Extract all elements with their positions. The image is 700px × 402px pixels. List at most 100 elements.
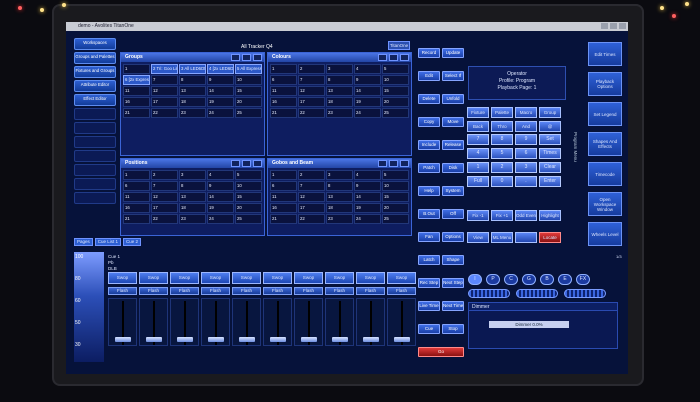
- keypad-key[interactable]: Enter: [539, 176, 561, 187]
- positions-cell[interactable]: 13: [179, 192, 206, 202]
- swop-button[interactable]: Swop: [294, 272, 323, 284]
- gobos-cell[interactable]: 16: [270, 203, 297, 213]
- command-button[interactable]: Shape: [442, 255, 464, 265]
- groups-cell[interactable]: 11: [123, 86, 150, 96]
- positions-cell[interactable]: 10: [235, 181, 262, 191]
- keypad-key[interactable]: 0: [491, 176, 513, 187]
- thro-button[interactable]: Thro: [491, 121, 513, 132]
- gobos-cell[interactable]: 5: [382, 170, 409, 180]
- titanone-button[interactable]: TitanOne: [388, 41, 410, 50]
- menu-icon[interactable]: [242, 160, 251, 167]
- colours-cell[interactable]: 11: [270, 86, 297, 96]
- command-button[interactable]: Patch: [418, 163, 440, 173]
- sidebar-empty-slot[interactable]: [74, 122, 116, 134]
- groups-cell[interactable]: 20: [235, 97, 262, 107]
- set-legend-tab[interactable]: Set Legend: [588, 102, 622, 126]
- menu-icon[interactable]: [389, 160, 398, 167]
- fix-plus-button[interactable]: Fix +1: [491, 210, 513, 221]
- colours-cell[interactable]: 24: [354, 108, 381, 118]
- sidebar-empty-slot[interactable]: [74, 192, 116, 204]
- odd-even-button[interactable]: Odd Even: [515, 210, 537, 221]
- keypad-key[interactable]: 4: [467, 148, 489, 159]
- gobos-cell[interactable]: 2: [298, 170, 325, 180]
- groups-cell[interactable]: 3 All LED6DMX: [179, 64, 206, 74]
- swop-button[interactable]: Swop: [139, 272, 168, 284]
- command-button[interactable]: Delete: [418, 94, 440, 104]
- colours-cell[interactable]: 3: [326, 64, 353, 74]
- positions-cell[interactable]: 15: [235, 192, 262, 202]
- macro-button[interactable]: Macro: [515, 107, 537, 118]
- fader-track[interactable]: [356, 298, 385, 346]
- swop-button[interactable]: Swop: [232, 272, 261, 284]
- flash-button[interactable]: Flash: [263, 287, 292, 295]
- groups-cell[interactable]: 9: [207, 75, 234, 85]
- fader-knob[interactable]: [177, 337, 193, 343]
- menu-icon[interactable]: [242, 54, 251, 61]
- command-button[interactable]: Select If: [442, 71, 464, 81]
- colours-cell[interactable]: 18: [326, 97, 353, 107]
- ml-menu-button[interactable]: ML Menu: [491, 232, 513, 243]
- back-button[interactable]: Back: [467, 121, 489, 132]
- flash-button[interactable]: Flash: [325, 287, 354, 295]
- close-icon[interactable]: [400, 54, 409, 61]
- scroll-icon[interactable]: [231, 160, 240, 167]
- positions-cell[interactable]: 3: [179, 170, 206, 180]
- gobos-cell[interactable]: 20: [382, 203, 409, 213]
- open-workspace-tab[interactable]: Open Workspace Window: [588, 192, 622, 216]
- groups-cell[interactable]: 17: [151, 97, 178, 107]
- groups-cell[interactable]: 21: [123, 108, 150, 118]
- groups-cell[interactable]: 19: [207, 97, 234, 107]
- close-icon[interactable]: [619, 23, 626, 29]
- keypad-key[interactable]: Times: [539, 148, 561, 159]
- close-icon[interactable]: [253, 54, 262, 61]
- keypad-key[interactable]: Full: [467, 176, 489, 187]
- gobos-cell[interactable]: 10: [382, 181, 409, 191]
- swop-button[interactable]: Swop: [201, 272, 230, 284]
- positions-cell[interactable]: 6: [123, 181, 150, 191]
- gobos-cell[interactable]: 7: [298, 181, 325, 191]
- gobos-cell[interactable]: 14: [354, 192, 381, 202]
- colours-cell[interactable]: 7: [298, 75, 325, 85]
- swop-button[interactable]: Swop: [108, 272, 137, 284]
- gobos-cell[interactable]: 11: [270, 192, 297, 202]
- and-button[interactable]: And: [515, 121, 537, 132]
- colours-cell[interactable]: 5: [382, 64, 409, 74]
- positions-cell[interactable]: 12: [151, 192, 178, 202]
- pages-button[interactable]: Pages: [74, 238, 93, 246]
- command-button[interactable]: Copy: [418, 117, 440, 127]
- colours-cell[interactable]: 19: [354, 97, 381, 107]
- fader-track[interactable]: [325, 298, 354, 346]
- command-button[interactable]: Edit: [418, 71, 440, 81]
- colours-cell[interactable]: 21: [270, 108, 297, 118]
- attribute-tab[interactable]: B: [540, 274, 554, 285]
- fader-knob[interactable]: [363, 337, 379, 343]
- positions-cell[interactable]: 4: [207, 170, 234, 180]
- positions-cell[interactable]: 16: [123, 203, 150, 213]
- fixture-button[interactable]: Fixture: [467, 107, 489, 118]
- attribute-tab[interactable]: FX: [576, 274, 590, 285]
- fader-track[interactable]: [232, 298, 261, 346]
- positions-cell[interactable]: 18: [179, 203, 206, 213]
- keypad-key[interactable]: 7: [467, 134, 489, 145]
- flash-button[interactable]: Flash: [387, 287, 416, 295]
- gobos-cell[interactable]: 3: [326, 170, 353, 180]
- positions-cell[interactable]: 8: [179, 181, 206, 191]
- gobos-cell[interactable]: 8: [326, 181, 353, 191]
- fader-knob[interactable]: [301, 337, 317, 343]
- keypad-key[interactable]: Clear: [539, 162, 561, 173]
- groups-cell[interactable]: 4 [2x LED6DMX]: [207, 64, 234, 74]
- command-button[interactable]: Help: [418, 186, 440, 196]
- fader-knob[interactable]: [208, 337, 224, 343]
- gobos-cell[interactable]: 21: [270, 214, 297, 224]
- colours-cell[interactable]: 15: [382, 86, 409, 96]
- shapes-effects-tab[interactable]: Shapes And Effects: [588, 132, 622, 156]
- timecode-tab[interactable]: Timecode: [588, 162, 622, 186]
- command-button[interactable]: Off: [442, 209, 464, 219]
- groups-cell[interactable]: 1: [123, 64, 150, 74]
- fader-track[interactable]: [139, 298, 168, 346]
- command-button[interactable]: Update: [442, 48, 464, 58]
- colours-cell[interactable]: 14: [354, 86, 381, 96]
- swop-button[interactable]: Swop: [387, 272, 416, 284]
- positions-cell[interactable]: 1: [123, 170, 150, 180]
- keypad-key[interactable]: .: [515, 176, 537, 187]
